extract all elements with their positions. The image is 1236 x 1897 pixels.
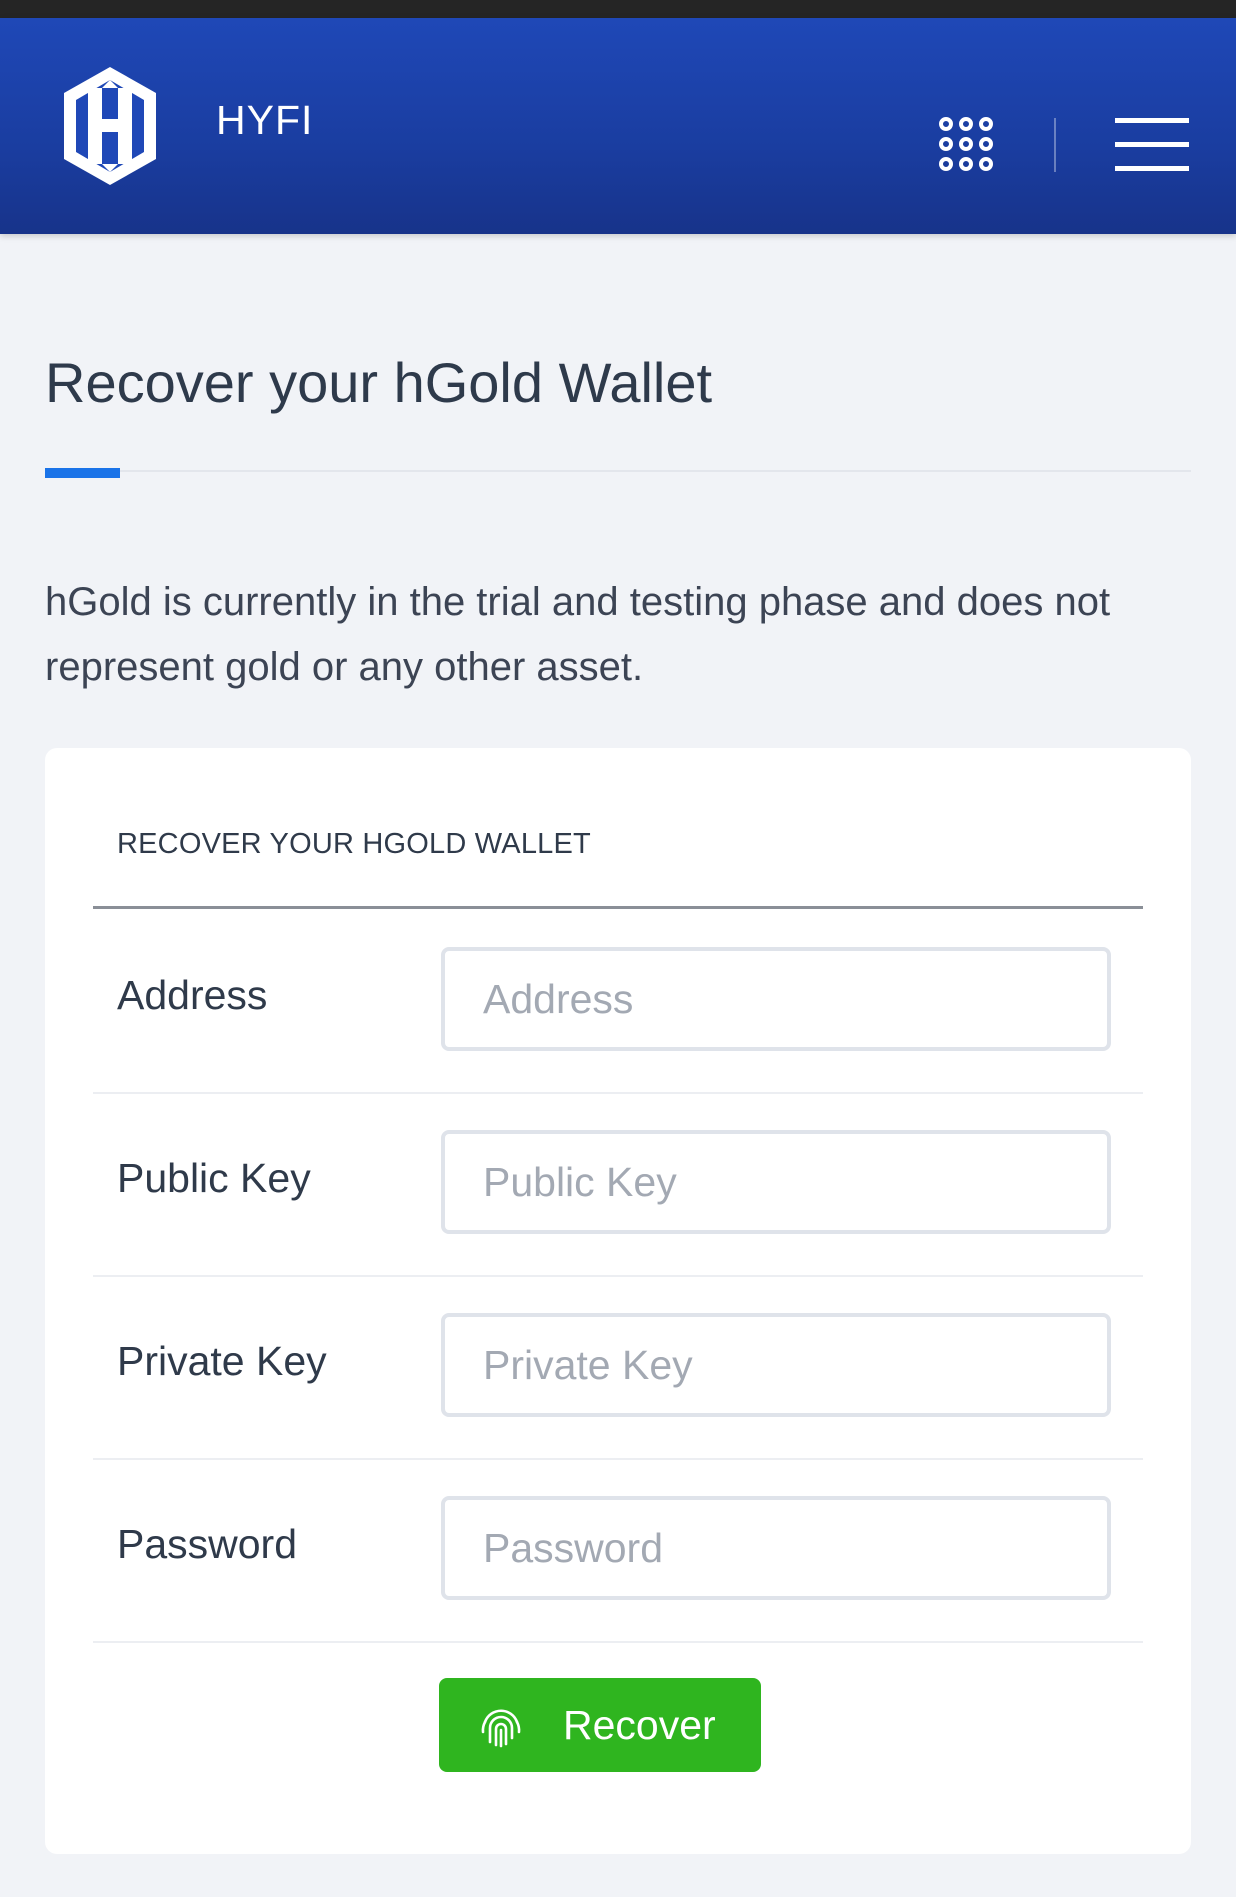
apps-grid-icon[interactable]: [938, 116, 994, 172]
recover-button[interactable]: Recover: [439, 1678, 761, 1772]
private-key-label: Private Key: [117, 1338, 327, 1384]
form-row-private-key: Private Key: [93, 1277, 1143, 1460]
top-navigation-bar: HYFI: [0, 18, 1236, 234]
hyfi-logo-icon[interactable]: [60, 64, 160, 188]
title-divider: [45, 470, 1191, 472]
recover-wallet-card: RECOVER YOUR HGOLD WALLET Address Public…: [45, 748, 1191, 1854]
private-key-input[interactable]: [441, 1313, 1111, 1417]
public-key-input[interactable]: [441, 1130, 1111, 1234]
card-header: RECOVER YOUR HGOLD WALLET: [117, 828, 591, 860]
address-input[interactable]: [441, 947, 1111, 1051]
form-row-address: Address: [93, 911, 1143, 1094]
brand-name[interactable]: HYFI: [216, 100, 313, 141]
address-label: Address: [117, 972, 268, 1018]
password-input[interactable]: [441, 1496, 1111, 1600]
fingerprint-icon: [481, 1709, 521, 1748]
hamburger-menu-icon[interactable]: [1115, 116, 1189, 172]
page-title: Recover your hGold Wallet: [45, 351, 713, 414]
recover-button-label: Recover: [563, 1702, 716, 1748]
password-label: Password: [117, 1521, 298, 1567]
title-accent-bar: [45, 468, 120, 478]
form-row-password: Password: [93, 1460, 1143, 1643]
card-header-divider: [93, 906, 1143, 909]
public-key-label: Public Key: [117, 1155, 311, 1201]
form-row-public-key: Public Key: [93, 1094, 1143, 1277]
status-bar: [0, 0, 1236, 18]
header-divider: [1054, 118, 1056, 172]
row-divider: [93, 1641, 1143, 1643]
intro-text: hGold is currently in the trial and test…: [45, 580, 1111, 689]
